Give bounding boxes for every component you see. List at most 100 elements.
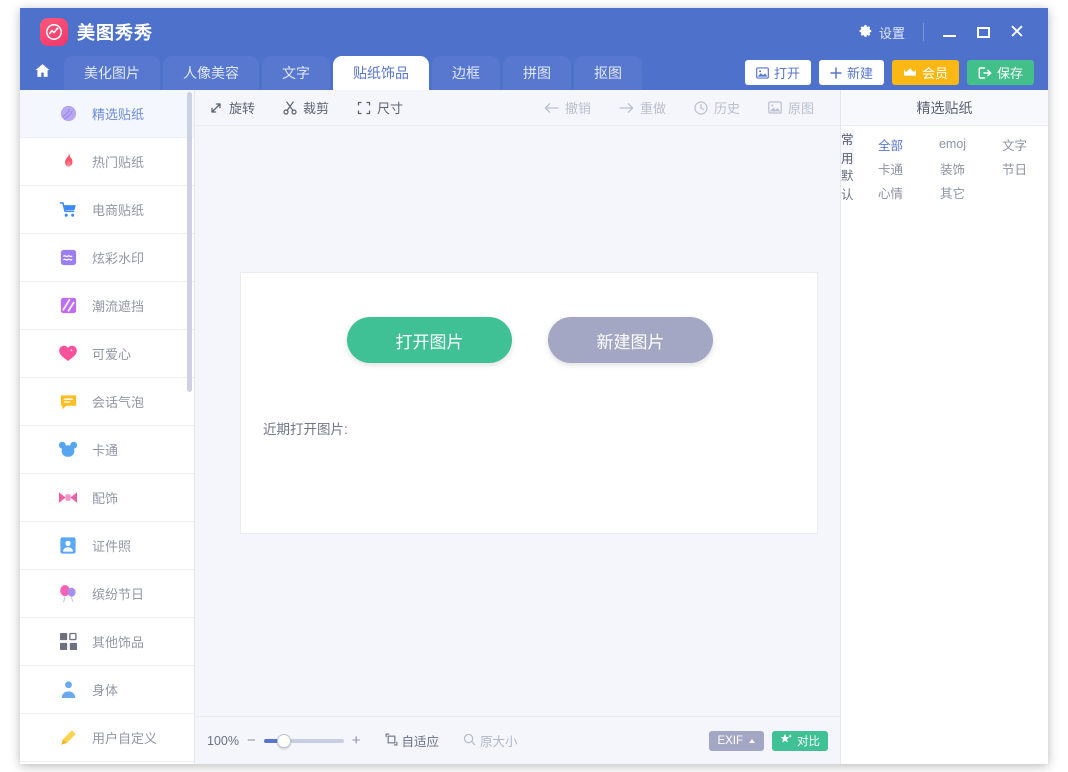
tab-label: 贴纸饰品 [353, 63, 409, 83]
new-image-button[interactable]: 新建图片 [548, 317, 713, 363]
stripes-icon [58, 296, 78, 316]
tab-pintu[interactable]: 拼图 [503, 56, 571, 90]
sticker-category-xinqing[interactable]: 心情 [860, 180, 922, 204]
sticker-panel: 精选贴纸 常用 默认 全部 emoj [840, 90, 1048, 764]
sticker-category-qita[interactable]: 其它 [922, 180, 984, 204]
status-bar-right: EXIF 对比 [709, 731, 828, 751]
redo-tool[interactable]: 重做 [605, 98, 680, 117]
original-image-icon [768, 101, 782, 114]
settings-label: 设置 [879, 23, 905, 42]
titlebar-divider [923, 23, 924, 41]
sticker-category-katong[interactable]: 卡通 [860, 156, 922, 180]
actual-size-button[interactable]: 原大小 [463, 731, 518, 750]
open-image-label: 打开图片 [396, 328, 464, 353]
sidebar-item-label: 热门贴纸 [92, 152, 144, 171]
exif-label: EXIF [717, 735, 743, 747]
rotate-tool[interactable]: 旋转 [195, 98, 269, 117]
settings-button[interactable]: 设置 [849, 19, 915, 46]
open-image-button[interactable]: 打开图片 [347, 317, 512, 363]
sidebar-item-label: 可爱心 [92, 344, 131, 363]
zoom-slider-knob[interactable] [277, 734, 291, 748]
tab-tiezhi-shipin[interactable]: 贴纸饰品 [333, 56, 429, 90]
sticker-category-quanbu[interactable]: 全部 [860, 132, 922, 156]
tab-renxiang-meirong[interactable]: 人像美容 [163, 56, 259, 90]
crop-tool[interactable]: 裁剪 [269, 98, 343, 117]
size-label: 尺寸 [377, 98, 403, 117]
maximize-button[interactable] [966, 17, 1000, 47]
sidebar-item-xuancai-shuiyin[interactable]: 炫彩水印 [20, 234, 194, 282]
sidebar-item-jingxuan-tiezhi[interactable]: 精选贴纸 [20, 90, 194, 138]
new-label: 新建 [847, 63, 873, 82]
sticker-sidetab-changyong[interactable]: 常用 [841, 130, 854, 166]
tab-label: 边框 [452, 63, 480, 83]
sidebar-item-label: 身体 [92, 680, 118, 699]
squares-icon [58, 632, 78, 652]
sidebar-item-dianshang-tiezhi[interactable]: 电商贴纸 [20, 186, 194, 234]
magnifier-icon [463, 733, 476, 749]
rotate-icon [209, 101, 223, 115]
sticker-category-jieri[interactable]: 节日 [984, 156, 1046, 180]
sidebar-item-peishi[interactable]: 配饰 [20, 474, 194, 522]
image-icon [756, 67, 769, 79]
minimize-button[interactable] [932, 17, 966, 47]
tab-meihua-tupian[interactable]: 美化图片 [64, 56, 160, 90]
size-tool[interactable]: 尺寸 [343, 98, 417, 117]
sidebar-item-huihua-qipao[interactable]: 会话气泡 [20, 378, 194, 426]
sidebar-item-keaixin[interactable]: 可爱心 [20, 330, 194, 378]
open-button[interactable]: 打开 [745, 60, 811, 85]
pencil-icon [58, 728, 78, 748]
tab-label: 文字 [282, 63, 310, 83]
canvas-pane: 打开图片 新建图片 近期打开图片: [195, 126, 840, 716]
home-tab-button[interactable] [20, 56, 64, 90]
zoom-in-button[interactable]: + [352, 736, 361, 746]
editor-center: 旋转 裁剪 [195, 90, 840, 764]
actual-size-label: 原大小 [480, 731, 518, 750]
main-tab-bar: 美化图片 人像美容 文字 贴纸饰品 边框 拼图 抠图 [20, 56, 1048, 90]
recent-files-label: 近期打开图片: [263, 418, 348, 438]
sidebar-item-remen-tiezhi[interactable]: 热门贴纸 [20, 138, 194, 186]
zoom-out-button[interactable]: − [247, 736, 256, 746]
arrow-left-icon [544, 102, 559, 114]
tab-koutu[interactable]: 抠图 [574, 56, 642, 90]
sidebar-scrollbar[interactable] [187, 92, 192, 392]
new-image-label: 新建图片 [597, 328, 665, 353]
sticker-category-emoj[interactable]: emoj [922, 132, 984, 156]
new-button[interactable]: 新建 [819, 60, 884, 85]
history-label: 历史 [714, 98, 740, 117]
crop-label: 裁剪 [303, 98, 329, 117]
sticker-sidetab-moren[interactable]: 默认 [841, 166, 854, 202]
undo-tool[interactable]: 撤销 [530, 98, 605, 117]
original-image-tool[interactable]: 原图 [754, 98, 828, 117]
fit-icon [385, 733, 398, 749]
edit-tools-left: 旋转 裁剪 [195, 98, 417, 117]
compare-button[interactable]: 对比 [772, 731, 828, 751]
sidebar-item-yonghu-zidingyi[interactable]: 用户自定义 [20, 714, 194, 762]
sidebar-item-qita-shipin[interactable]: 其他饰品 [20, 618, 194, 666]
vip-label: 会员 [922, 63, 948, 82]
tab-biankuang[interactable]: 边框 [432, 56, 500, 90]
sticker-category-label: 全部 [878, 135, 903, 154]
sticker-category-zhuangshi[interactable]: 装饰 [922, 156, 984, 180]
exif-button[interactable]: EXIF [709, 731, 764, 751]
vip-button[interactable]: 会员 [892, 60, 959, 85]
save-button[interactable]: 保存 [967, 60, 1034, 85]
tab-label: 美化图片 [84, 63, 140, 83]
sidebar-item-zhengjianzhao[interactable]: 证件照 [20, 522, 194, 570]
sidebar-item-binfen-jieri[interactable]: 缤纷节日 [20, 570, 194, 618]
arrow-right-icon [619, 102, 634, 114]
sticker-category-sidebar[interactable]: 精选贴纸 热门贴纸 [20, 90, 195, 764]
fit-to-screen-button[interactable]: 自适应 [385, 731, 440, 750]
balloons-icon [58, 584, 78, 604]
save-icon [978, 67, 992, 79]
sidebar-item-label: 潮流遮挡 [92, 296, 144, 315]
sidebar-item-shenti[interactable]: 身体 [20, 666, 194, 714]
zoom-slider[interactable] [264, 739, 344, 743]
close-button[interactable]: ✕ [1000, 17, 1034, 47]
sticker-category-wenzi[interactable]: 文字 [984, 132, 1046, 156]
tab-wenzi[interactable]: 文字 [262, 56, 330, 90]
sticker-category-row: 全部 emoj 文字 [860, 132, 1046, 156]
sidebar-item-chaoliu-zhedang[interactable]: 潮流遮挡 [20, 282, 194, 330]
title-bar: 美图秀秀 设置 ✕ [20, 8, 1048, 56]
sidebar-item-katong[interactable]: 卡通 [20, 426, 194, 474]
history-tool[interactable]: 历史 [680, 98, 754, 117]
